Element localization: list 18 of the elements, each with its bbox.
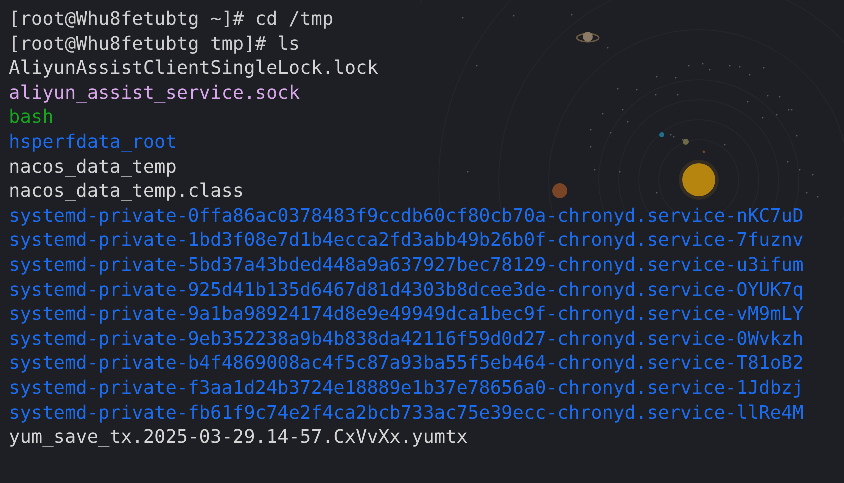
command-line: [root@Whu8fetubtg ~]# cd /tmp (9, 8, 334, 32)
file-name: nacos_data_temp (9, 156, 177, 180)
directory-name: systemd-private-0ffa86ac0378483f9ccdb60cf80cb70a-chronyd.service-nKC7uD (9, 204, 804, 229)
directory-name: systemd-private-9a1ba98924174d8e9e49949dca1bec9f-chronyd.service-vM9mLY (9, 303, 804, 328)
directory-name: systemd-private-1bd3f08e7d1b4ecca2fd3abb49b26b0f-chronyd.service-7fuznv (9, 229, 804, 254)
file-name: AliyunAssistClientSingleLock.lock (9, 57, 378, 82)
directory-name: systemd-private-9eb352238a9b4b838da42116f59d0d27-chronyd.service-0Wvkzh (9, 328, 804, 352)
socket-file-name: aliyun_assist_service.sock (9, 82, 300, 106)
file-name: yum_save_tx.2025-03-29.14-57.CxVvXx.yumtx (9, 426, 468, 450)
directory-name: systemd-private-fb61f9c74e2f4ca2bcb733ac75e39ecc-chronyd.service-llRe4M (9, 402, 804, 426)
directory-name: hsperfdata_root (9, 130, 177, 155)
directory-name: systemd-private-b4f4869008ac4f5c87a93ba55f5eb464-chronyd.service-T81oB2 (9, 352, 804, 376)
file-name: nacos_data_temp.class (9, 180, 244, 204)
command-line: [root@Whu8fetubtg tmp]# ls (9, 32, 300, 57)
directory-name: systemd-private-925d41b135d6467d81d4303b8dcee3de-chronyd.service-OYUK7q (9, 278, 804, 303)
directory-name: systemd-private-5bd37a43bded448a9a637927bec78129-chronyd.service-u3ifum (9, 254, 804, 278)
executable-name: bash (9, 106, 54, 130)
directory-name: systemd-private-f3aa1d24b3724e18889e1b37e78656a0-chronyd.service-1Jdbzj (9, 376, 804, 401)
